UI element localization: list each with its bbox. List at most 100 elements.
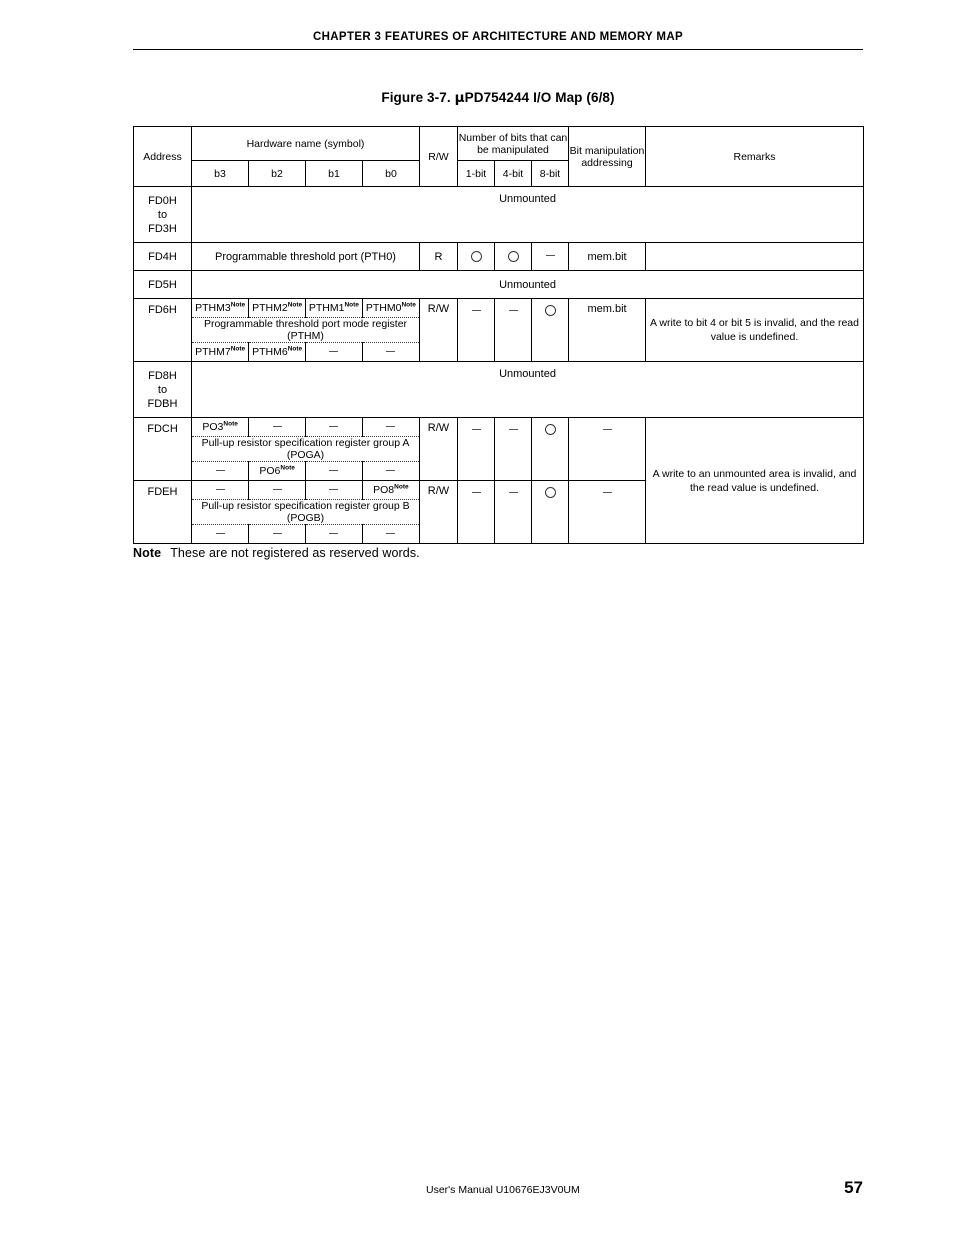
dash-icon bbox=[471, 428, 481, 430]
column-header-b1: b1 bbox=[305, 160, 363, 187]
dash-icon bbox=[215, 532, 225, 534]
register-name-row: Pull-up resistor specification register … bbox=[192, 499, 419, 525]
io-map-table: Address Hardware name (symbol) R/W Numbe… bbox=[133, 126, 865, 544]
page-footer: User's Manual U10676EJ3V0UM 57 bbox=[133, 1178, 863, 1198]
column-header-bit-manipulation-addressing: Bit manipulation addressing bbox=[568, 126, 647, 187]
cell-address: FD6H bbox=[133, 298, 192, 362]
address-line: FD3H bbox=[148, 222, 177, 235]
dash-icon bbox=[471, 491, 481, 493]
register-full-name: Pull-up resistor specification register … bbox=[192, 499, 419, 525]
bit-label: PO8 bbox=[373, 484, 395, 496]
cell-bit-manipulation bbox=[568, 417, 647, 481]
register-bit-b4 bbox=[362, 525, 419, 544]
note-superscript: Note bbox=[223, 420, 238, 428]
dash-icon bbox=[386, 469, 396, 471]
register-bit-b5 bbox=[305, 461, 363, 480]
register-bit-b7 bbox=[192, 461, 250, 480]
register-bit-b3: PO3Note bbox=[192, 418, 250, 437]
cell-4-bit bbox=[494, 417, 532, 481]
column-header-b2: b2 bbox=[248, 160, 306, 187]
dash-icon bbox=[215, 488, 225, 490]
register-bit-b5 bbox=[305, 524, 363, 543]
note-text: These are not registered as reserved wor… bbox=[170, 546, 420, 560]
register-bit-b2 bbox=[248, 418, 306, 437]
dash-icon bbox=[329, 488, 339, 490]
register-bit-b1: PTHM1Note bbox=[305, 299, 363, 318]
cell-bit-manipulation: mem.bit bbox=[568, 242, 647, 271]
note-superscript: Note bbox=[287, 345, 303, 353]
dash-icon bbox=[272, 532, 282, 534]
register-bit-b1 bbox=[305, 418, 363, 437]
address-line: to bbox=[157, 383, 168, 396]
dash-icon bbox=[602, 491, 612, 493]
register-bit-b3: PTHM3Note bbox=[192, 299, 250, 318]
cell-remarks: A write to bit 4 or bit 5 is invalid, an… bbox=[645, 298, 865, 362]
dash-icon bbox=[471, 309, 481, 311]
dash-icon bbox=[272, 425, 282, 427]
dash-icon bbox=[602, 428, 612, 430]
figure-label: Figure 3-7. bbox=[381, 90, 451, 105]
dash-icon bbox=[329, 532, 339, 534]
cell-1-bit bbox=[457, 480, 495, 544]
column-header-number-of-bits: Number of bits that can be manipulated bbox=[456, 126, 570, 161]
column-header-hardware-name: Hardware name (symbol) bbox=[191, 126, 420, 161]
dash-icon bbox=[508, 491, 518, 493]
table-row: FD8H to FDBH Unmounted bbox=[133, 361, 865, 418]
note-superscript: Note bbox=[394, 483, 409, 491]
cell-rw: R bbox=[419, 242, 458, 271]
register-bits-bottom-row: PO6Note bbox=[192, 461, 419, 480]
register-bit-b2 bbox=[248, 481, 306, 500]
cell-1-bit bbox=[457, 298, 495, 362]
register-bit-b1 bbox=[305, 481, 363, 500]
column-header-4-bit: 4-bit bbox=[494, 160, 532, 187]
table-row: FD0H to FD3H Unmounted bbox=[133, 186, 865, 243]
column-header-b0: b0 bbox=[362, 160, 420, 187]
cell-address: FD8H to FDBH bbox=[133, 361, 192, 418]
register-name-row: Pull-up resistor specification register … bbox=[192, 436, 419, 462]
cell-remarks: A write to an unmounted area is invalid,… bbox=[645, 417, 865, 544]
register-bits-top-row: PO8Note bbox=[192, 481, 419, 500]
cell-address: FDEH bbox=[133, 480, 192, 544]
register-bit-layout: PO8Note Pull-up resistor specification r… bbox=[192, 481, 419, 543]
mu-symbol: μ bbox=[454, 90, 465, 106]
circle-icon bbox=[544, 486, 556, 498]
cell-8-bit bbox=[530, 298, 570, 362]
note-superscript: Note bbox=[230, 301, 246, 309]
note-label: Note bbox=[133, 546, 162, 560]
circle-icon bbox=[507, 251, 519, 263]
register-full-name: Pull-up resistor specification register … bbox=[192, 436, 419, 462]
dash-icon bbox=[329, 425, 339, 427]
register-bit-b6: PTHM6Note bbox=[248, 342, 306, 361]
cell-hardware-name: Programmable threshold port (PTH0) bbox=[191, 242, 420, 271]
dash-icon bbox=[508, 428, 518, 430]
dash-icon bbox=[386, 532, 396, 534]
cell-4-bit bbox=[494, 242, 532, 271]
dash-icon bbox=[215, 469, 225, 471]
bit-label: PTHM7 bbox=[195, 346, 231, 358]
note-superscript: Note bbox=[230, 345, 246, 353]
cell-hardware-unmounted: Unmounted bbox=[190, 270, 865, 299]
bit-label: PO6 bbox=[259, 465, 281, 477]
cell-1-bit bbox=[457, 417, 495, 481]
cell-hardware-unmounted: Unmounted bbox=[190, 361, 865, 418]
column-header-address: Address bbox=[133, 126, 192, 187]
register-bit-b0: PO8Note bbox=[362, 481, 419, 500]
register-bit-b7: PTHM7Note bbox=[192, 342, 250, 361]
register-bits-top-row: PTHM3Note PTHM2Note PTHM1Note PTHM0Note bbox=[192, 299, 419, 318]
note-superscript: Note bbox=[280, 464, 295, 472]
cell-8-bit bbox=[530, 480, 570, 544]
page-number: 57 bbox=[844, 1178, 863, 1197]
cell-address: FD5H bbox=[133, 270, 192, 299]
bit-label: PTHM6 bbox=[252, 346, 288, 358]
note-superscript: Note bbox=[344, 301, 359, 309]
dash-icon bbox=[508, 309, 518, 311]
register-name-row: Programmable threshold port mode registe… bbox=[192, 317, 419, 343]
manual-identifier: User's Manual U10676EJ3V0UM bbox=[426, 1184, 580, 1196]
note-superscript: Note bbox=[287, 301, 303, 309]
figure-title: Figure 3-7. μPD754244 I/O Map (6/8) bbox=[133, 90, 863, 106]
cell-address: FDCH bbox=[133, 417, 192, 481]
circle-icon bbox=[544, 423, 556, 435]
address-line: FDBH bbox=[147, 397, 178, 410]
register-bits-bottom-row bbox=[192, 524, 419, 544]
circle-icon bbox=[544, 304, 556, 316]
